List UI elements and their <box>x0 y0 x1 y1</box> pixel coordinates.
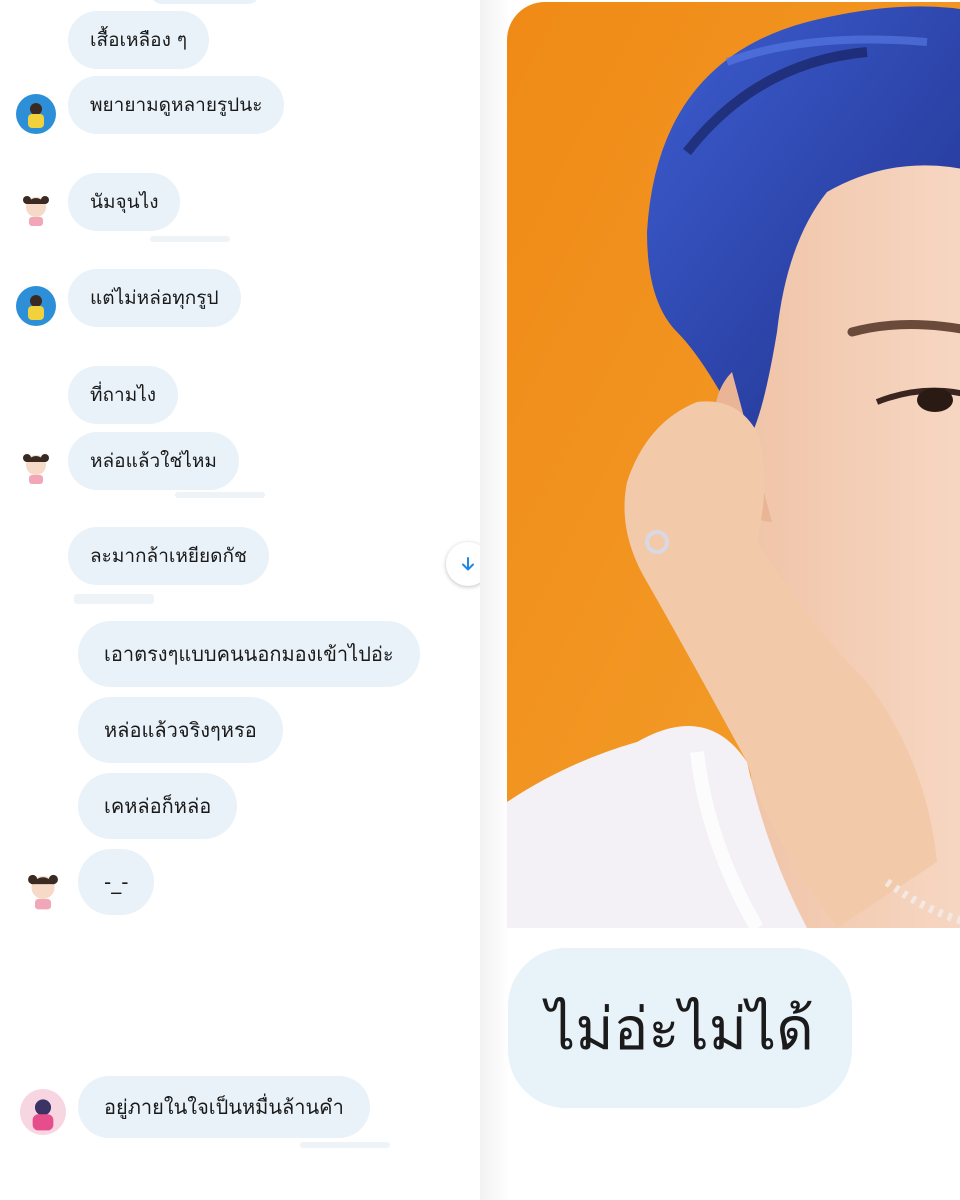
avatar-me[interactable] <box>16 448 56 488</box>
chat-panel: เสื้อเหลือง ๆ พยายามดูหลายรูปนะ นัมจุนไง <box>0 0 480 1200</box>
message-bubble[interactable]: เอาตรงๆแบบคนนอกมองเข้าไปอ่ะ <box>78 621 420 687</box>
message-text: ที่ถามไง <box>90 384 157 406</box>
message-bubble[interactable]: พยายามดูหลายรูปนะ <box>68 76 285 134</box>
divider <box>150 236 230 242</box>
arrow-down-icon <box>462 557 474 571</box>
message-bubble[interactable]: -_- <box>78 849 155 915</box>
message-bubble[interactable]: นัมจุนไง <box>68 173 181 231</box>
divider <box>300 1142 390 1148</box>
avatar-friend[interactable] <box>16 94 56 134</box>
meme-photo <box>507 2 960 928</box>
message-bubble[interactable]: หล่อแล้วจริงๆหรอ <box>78 697 283 763</box>
message-bubble[interactable]: เคหล่อก็หล่อ <box>78 773 238 839</box>
message-bubble[interactable]: ที่ถามไง <box>68 366 179 424</box>
divider <box>175 492 265 498</box>
message-text: เสื้อเหลือง ๆ <box>90 29 188 51</box>
avatar-friend[interactable] <box>20 1089 66 1135</box>
avatar-me[interactable] <box>16 190 56 230</box>
message-text: เคหล่อก็หล่อ <box>104 794 212 818</box>
message-bubble[interactable]: อยู่ภายในใจเป็นหมื่นล้านคำ <box>78 1076 370 1138</box>
message-bubble[interactable]: หล่อแล้วใช่ไหม <box>68 432 239 490</box>
message-text: พยายามดูหลายรูปนะ <box>90 94 263 116</box>
avatar-friend[interactable] <box>16 286 56 326</box>
message-text: แต่ไม่หล่อทุกรูป <box>90 287 219 309</box>
scroll-down-button[interactable] <box>446 542 480 586</box>
message-text: นัมจุนไง <box>90 191 159 213</box>
message-bubble[interactable]: ละมากล้าเหยียดกัช <box>68 527 269 585</box>
message-text: อยู่ภายในใจเป็นหมื่นล้านคำ <box>104 1095 344 1119</box>
meme-caption: ไม่อ่ะไม่ได้ <box>546 994 814 1063</box>
message-text: ละมากล้าเหยียดกัช <box>90 545 247 567</box>
message-bubble[interactable]: แต่ไม่หล่อทุกรูป <box>68 269 241 327</box>
divider <box>74 594 154 604</box>
message-bubble[interactable]: เสื้อเหลือง ๆ <box>68 11 210 69</box>
message-text: -_- <box>104 870 129 894</box>
message-text: หล่อแล้วจริงๆหรอ <box>104 718 257 742</box>
avatar-me[interactable] <box>20 868 66 914</box>
message-text: เอาตรงๆแบบคนนอกมองเข้าไปอ่ะ <box>104 642 394 666</box>
message-text: หล่อแล้วใช่ไหม <box>90 450 217 472</box>
meme-caption-bubble: ไม่อ่ะไม่ได้ <box>508 948 852 1108</box>
message-bubble-cut <box>150 0 260 4</box>
